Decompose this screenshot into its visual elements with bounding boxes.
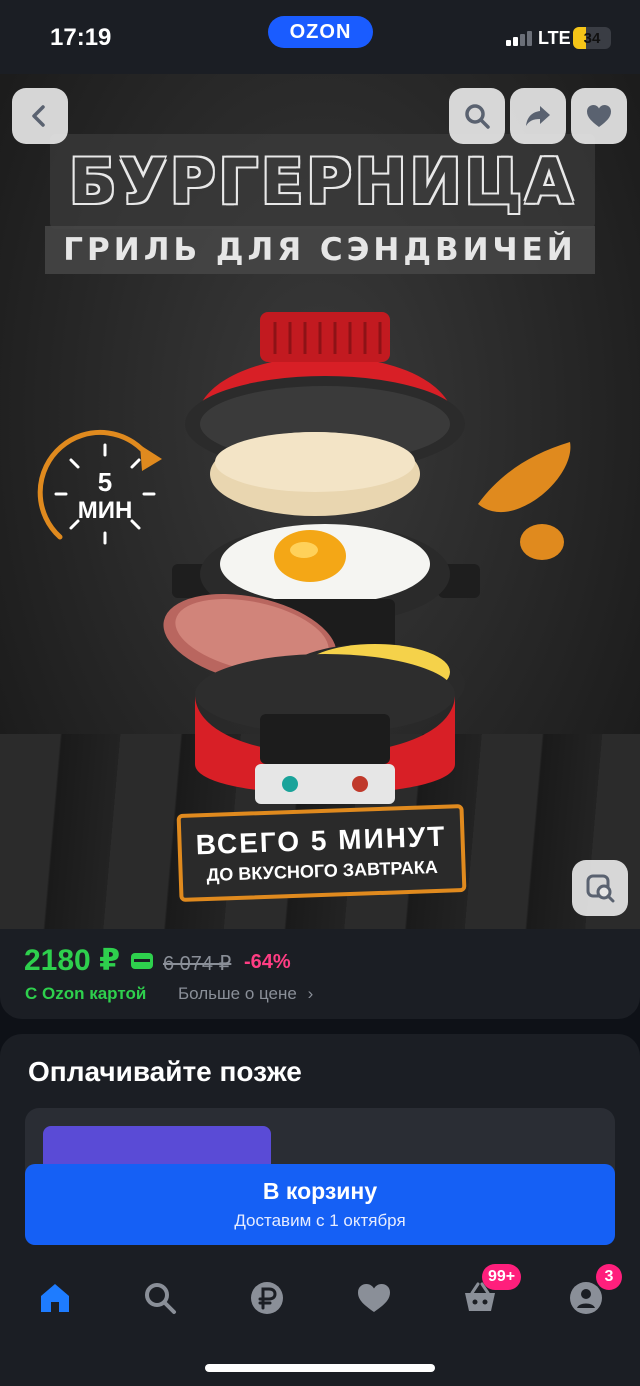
nav-home[interactable] — [35, 1278, 75, 1318]
home-icon — [41, 1284, 69, 1312]
ruble-icon — [251, 1282, 283, 1314]
share-icon — [526, 106, 550, 126]
old-price: 6 074 ₽ — [163, 953, 232, 975]
signal-icon — [506, 30, 532, 46]
discount-badge: -64% — [244, 951, 291, 973]
product-banner-title-box: БУРГЕРНИЦА — [50, 134, 595, 229]
cart-count-badge: 99+ — [482, 1264, 522, 1290]
delivery-date: Доставим с 1 октября — [234, 1211, 406, 1230]
nav-finance[interactable] — [247, 1278, 287, 1318]
favorite-button[interactable] — [571, 88, 627, 144]
status-bar: 17:19 OZON LTE 34 — [0, 0, 640, 74]
product-banner-title: БУРГЕРНИЦА — [68, 145, 577, 218]
search-button[interactable] — [449, 88, 505, 144]
status-time: 17:19 — [50, 24, 112, 51]
chevron-left-icon — [32, 105, 45, 127]
search-icon — [145, 1283, 176, 1314]
heart-icon — [358, 1284, 390, 1312]
back-button[interactable] — [12, 88, 68, 144]
search-icon — [465, 104, 490, 129]
nav-search[interactable] — [140, 1278, 180, 1318]
battery-level: 34 — [583, 29, 601, 47]
price-details-link[interactable]: Больше о цене › — [178, 984, 313, 1004]
share-button[interactable] — [510, 88, 566, 144]
price-section: 2180 ₽ 6 074 ₽ -64% С Ozon картой Больше… — [0, 929, 640, 1019]
nav-favorites[interactable] — [354, 1278, 394, 1318]
image-search-button[interactable] — [572, 860, 628, 916]
promo-banner: ВСЕГО 5 МИНУТ ДО ВКУСНОГО ЗАВТРАКА — [176, 804, 467, 902]
pay-later-title: Оплачивайте позже — [28, 1056, 302, 1087]
profile-notification-badge: 3 — [596, 1264, 622, 1290]
ozon-card-label[interactable]: С Ozon картой — [25, 984, 146, 1004]
promo-line-1: ВСЕГО 5 МИНУТ — [195, 820, 447, 860]
burger-maker-illustration — [163, 312, 480, 804]
ozon-logo: OZON — [268, 16, 373, 48]
add-to-cart-button[interactable]: В корзину Доставим с 1 октября — [25, 1164, 615, 1245]
battery-icon: 34 — [573, 27, 611, 49]
timer-value: 5 — [97, 467, 113, 497]
product-banner-subtitle-box: ГРИЛЬ ДЛЯ СЭНДВИЧЕЙ — [45, 226, 595, 274]
product-banner-subtitle: ГРИЛЬ ДЛЯ СЭНДВИЧЕЙ — [63, 232, 577, 268]
chevron-right-icon: › — [307, 984, 314, 1003]
promo-line-2: ДО ВКУСНОГО ЗАВТРАКА — [206, 856, 439, 885]
product-image-gallery[interactable]: БУРГЕРНИЦА ГРИЛЬ ДЛЯ СЭНДВИЧЕЙ 5 МИН ВСЕ… — [0, 74, 640, 929]
add-to-cart-label: В корзину — [262, 1178, 378, 1204]
price-details-label: Больше о цене — [178, 984, 297, 1003]
home-indicator[interactable] — [205, 1364, 435, 1372]
timer-unit: МИН — [77, 497, 133, 524]
network-type: LTE — [538, 28, 571, 48]
image-search-icon — [586, 874, 615, 903]
timer-graphic: 5 МИН — [30, 419, 180, 569]
ozon-card-icon — [131, 953, 153, 969]
heart-icon — [587, 105, 611, 127]
current-price: 2180 ₽ — [24, 944, 120, 977]
